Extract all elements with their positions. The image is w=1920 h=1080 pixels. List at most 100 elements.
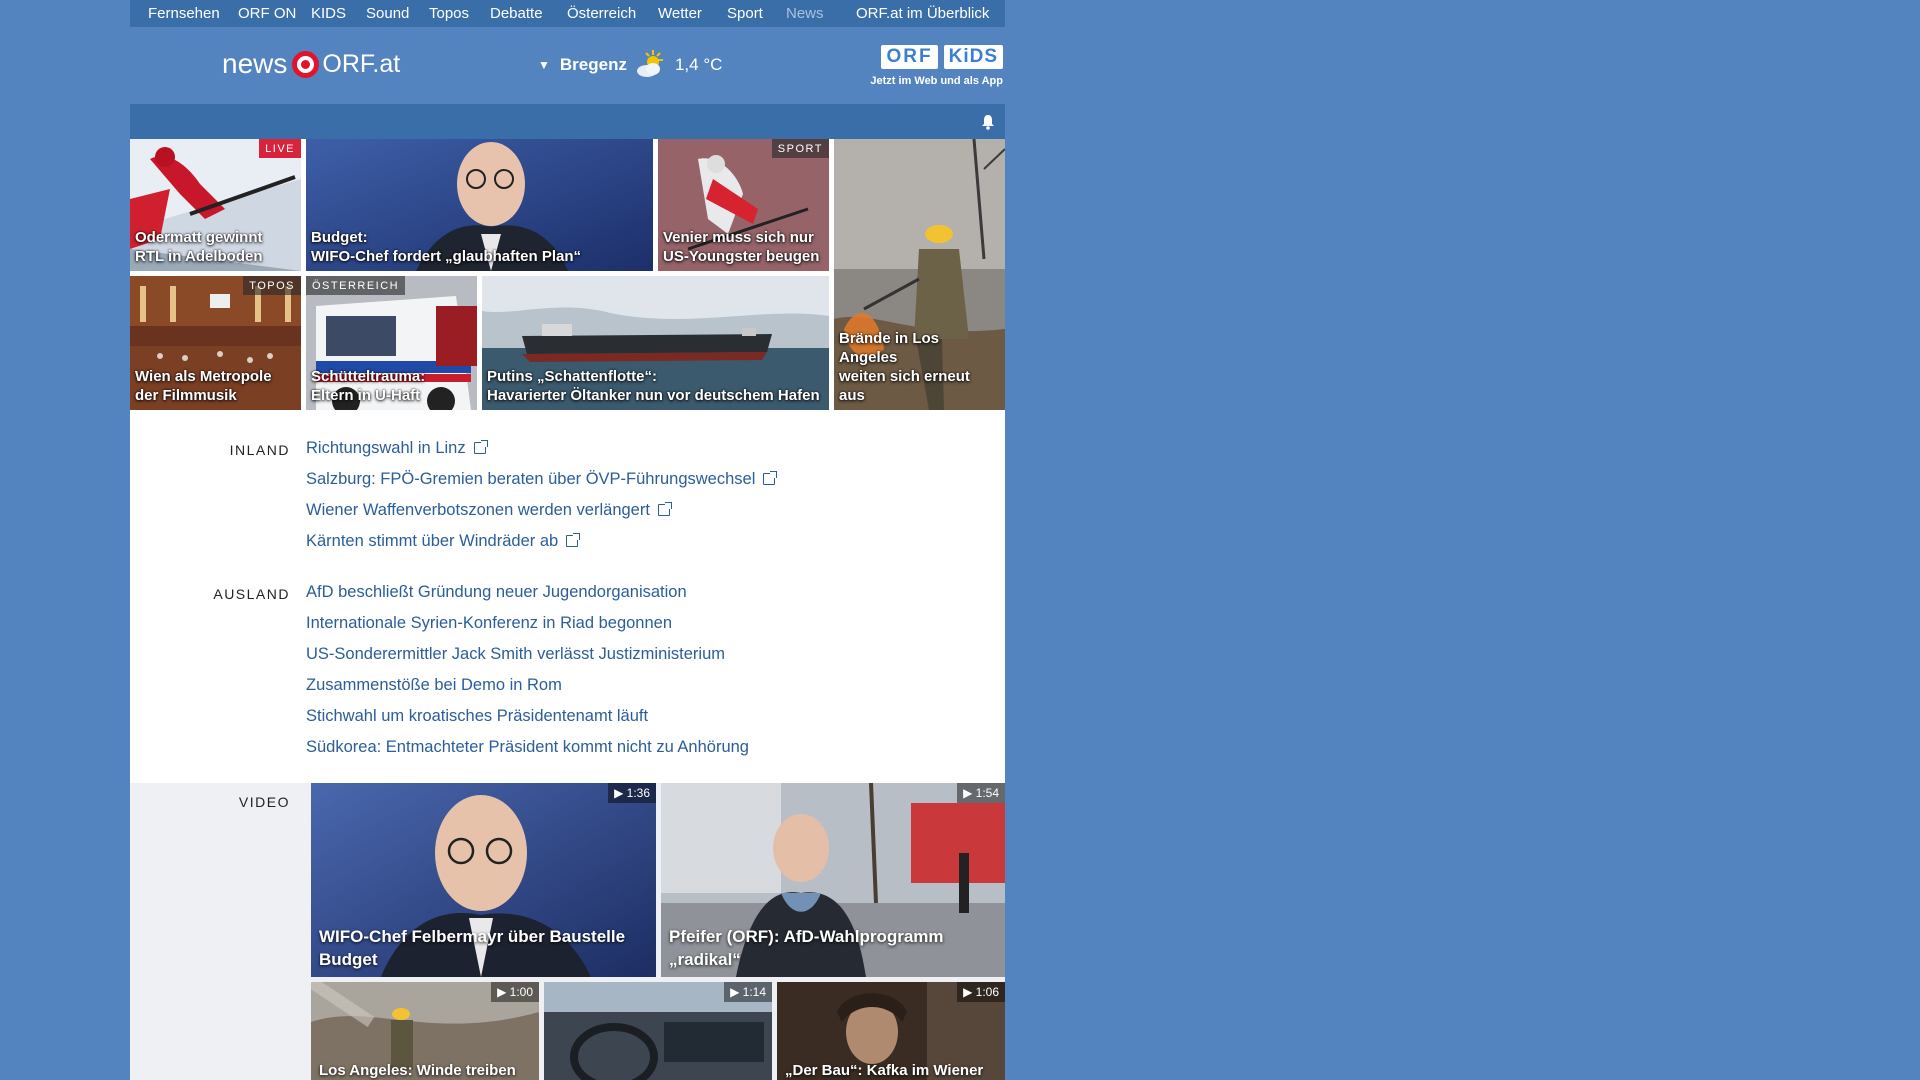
nav-kids[interactable]: KIDS [311,5,346,22]
list-item-text: Kärnten stimmt über Windräder ab [306,532,559,550]
external-link-icon [566,533,581,547]
tile-venier[interactable]: SPORT Venier muss sich nur US-Youngster … [658,139,829,271]
top-navigation: Fernsehen ORF ON KIDS Sound Topos Debatt… [130,0,1005,27]
list-item-text: Salzburg: FPÖ-Gremien beraten über ÖVP-F… [306,470,756,488]
caption-line: RTL in Adelboden [135,248,263,265]
video-caption: Pfeifer (ORF): AfD-Wahlprogramm „radikal… [669,925,997,971]
list-item[interactable]: Zusammenstöße bei Demo in Rom [306,676,749,707]
video-section: VIDEO ▶ 1:36 WIFO-Chef Felbermayr über B… [130,783,1005,1080]
tile-schattenflotte[interactable]: Putins „Schattenflotte“: Havarierter Ölt… [482,276,829,410]
caption-line: WIFO-Chef Felbermayr über Baustelle [319,927,626,946]
section-label-inland: INLAND [229,442,290,458]
list-item-text: Südkorea: Entmachteter Präsident kommt n… [306,738,749,756]
list-item[interactable]: Stichwahl um kroatisches Präsidentenamt … [306,707,749,738]
orf-eye-icon [292,50,320,78]
tile-caption: Putins „Schattenflotte“: Havarierter Ölt… [487,367,823,405]
notification-bar [130,104,1005,139]
list-item-text: Richtungswahl in Linz [306,439,466,457]
section-tag: ÖSTERREICH [306,276,406,295]
caption-line: der Filmmusik [135,387,237,404]
nav-fernsehen[interactable]: Fernsehen [148,5,220,22]
tile-caption: Wien als Metropole der Filmmusik [135,367,295,405]
section-tag: TOPOS [243,276,301,295]
external-link-icon [473,440,488,454]
tile-schuetteltrauma[interactable]: ÖSTERREICH Schütteltrauma: Eltern in U-H… [306,276,477,410]
nav-news[interactable]: News [786,5,824,22]
section-label-ausland: AUSLAND [213,586,290,602]
nav-orf-on[interactable]: ORF ON [238,5,296,22]
kids-badges: ORF KiDS [863,45,1003,69]
video-tile-kafka[interactable]: ▶ 1:06 „Der Bau“: Kafka im Wiener [777,982,1005,1080]
nav-debatte[interactable]: Debatte [490,5,543,22]
external-link-icon [657,502,672,516]
video-tile-car[interactable]: ▶ 1:14 [544,982,772,1080]
video-tile-pfeifer[interactable]: ▶ 1:54 Pfeifer (ORF): AfD-Wahlprogramm „… [661,783,1005,977]
list-item[interactable]: US-Sonderermittler Jack Smith verlässt J… [306,645,749,676]
kids-subtitle: Jetzt im Web und als App [870,75,1003,87]
video-tile-los-angeles[interactable]: ▶ 1:00 Los Angeles: Winde treiben [311,982,539,1080]
video-tile-felbermayr[interactable]: ▶ 1:36 WIFO-Chef Felbermayr über Baustel… [311,783,656,977]
external-link-icon [763,471,778,485]
nav-overview[interactable]: ORF.at im Überblick [856,5,989,22]
list-item[interactable]: Salzburg: FPÖ-Gremien beraten über ÖVP-F… [306,470,778,501]
header: news ORF.at ▼ Bregenz 1,4 °C ORF KiDS Je… [130,27,1005,104]
duration-text: 1:36 [626,786,650,800]
partly-cloudy-icon [633,48,667,82]
news-orf-logo[interactable]: news ORF.at [222,48,400,80]
video-duration: ▶ 1:36 [608,783,656,803]
nav-topos[interactable]: Topos [429,5,469,22]
caption-line: Havarierter Öltanker nun vor deutschem H… [487,387,820,404]
list-item-text: Stichwahl um kroatisches Präsidentenamt … [306,707,649,725]
list-item[interactable]: Richtungswahl in Linz [306,439,775,470]
tile-filmmusik[interactable]: TOPOS Wien als Metropole der Filmmusik [130,276,301,410]
video-duration: ▶ 1:54 [957,783,1005,803]
nav-wetter[interactable]: Wetter [658,5,702,22]
live-badge: LIVE [259,139,301,158]
duration-text: 1:06 [975,985,999,999]
caption-line: Odermatt gewinnt [135,229,263,246]
nav-sound[interactable]: Sound [366,5,409,22]
caption-line: Budget [319,950,378,969]
video-caption: „Der Bau“: Kafka im Wiener [785,1059,997,1080]
duration-text: 1:54 [975,786,999,800]
weather-temperature: 1,4 °C [674,55,723,74]
video-caption: Los Angeles: Winde treiben [319,1059,531,1080]
tile-los-angeles-fires[interactable]: Brände in Los Angeles weiten sich erneut… [834,139,1005,410]
tile-caption: Schütteltrauma: Eltern in U-Haft [311,367,471,405]
video-duration: ▶ 1:00 [491,982,539,1002]
kids-kids-badge: KiDS [943,45,1003,69]
nav-oesterreich[interactable]: Österreich [567,5,636,22]
tile-caption: Venier muss sich nur US-Youngster beugen [663,228,823,266]
caption-line: weiten sich erneut aus [839,368,970,404]
weather-widget[interactable]: ▼ Bregenz 1,4 °C [538,48,722,82]
caption-line: US-Youngster beugen [663,248,820,265]
bell-icon[interactable] [981,114,995,130]
kids-orf-badge: ORF [881,45,938,69]
news-lists: INLAND Richtungswahl in Linz Salzburg: F… [130,410,1005,783]
list-item-text: Zusammenstöße bei Demo in Rom [306,676,562,694]
chevron-down-icon[interactable]: ▼ [538,58,550,72]
duration-text: 1:14 [742,985,766,999]
list-item[interactable]: Kärnten stimmt über Windräder ab [306,532,775,563]
caption-line: Budget: [311,229,368,246]
list-item[interactable]: Wiener Waffenverbotszonen werden verläng… [306,501,775,532]
caption-line: Venier muss sich nur [663,229,814,246]
list-item[interactable]: AfD beschließt Gründung neuer Jugendorga… [306,583,749,614]
caption-line: Los Angeles: Winde treiben [319,1062,516,1079]
list-item[interactable]: Internationale Syrien-Konferenz in Riad … [306,614,749,645]
duration-text: 1:00 [509,985,533,999]
weather-city: Bregenz [559,55,627,74]
caption-line: Pfeifer (ORF): AfD-Wahlprogramm [669,927,944,946]
tile-budget[interactable]: Budget: WIFO-Chef fordert „glaubhaften P… [306,139,653,271]
caption-line: Brände in Los Angeles [839,330,940,366]
caption-line: Wien als Metropole [135,368,272,385]
tile-odermatt[interactable]: LIVE Odermatt gewinnt RTL in Adelboden [130,139,301,271]
caption-line: WIFO-Chef fordert „glaubhaften Plan“ [311,248,581,265]
logo-orf-text: ORF.at [322,49,401,78]
nav-sport[interactable]: Sport [727,5,763,22]
section-tag: SPORT [771,139,829,158]
orf-kids-promo[interactable]: ORF KiDS Jetzt im Web und als App [863,45,1003,87]
caption-line: Schütteltrauma: [311,368,426,385]
page: Fernsehen ORF ON KIDS Sound Topos Debatt… [130,0,1005,1080]
list-item[interactable]: Südkorea: Entmachteter Präsident kommt n… [306,738,749,769]
